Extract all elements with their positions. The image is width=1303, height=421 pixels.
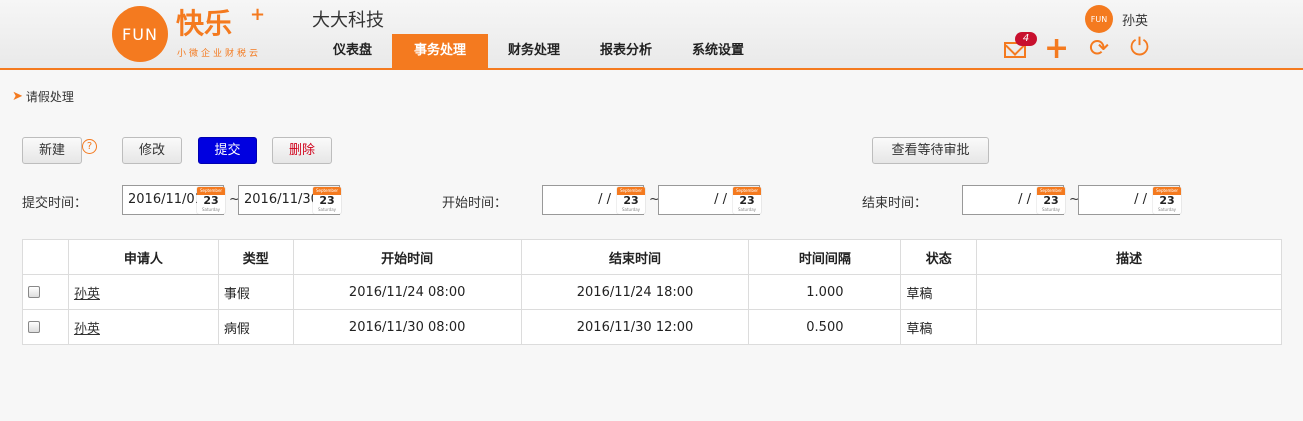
type-cell: 事假	[217, 274, 294, 310]
end-time-label: 结束时间：	[862, 196, 928, 211]
header-interval[interactable]: 时间间隔	[748, 239, 902, 275]
end-cell: 2016/11/24 18:00	[520, 274, 750, 310]
company-name: 大大科技	[312, 10, 384, 31]
leave-table: 申请人 类型 开始时间 结束时间 时间间隔 状态 描述 孙英 事假 2016/1…	[22, 239, 1282, 345]
app-header: FUN 快乐 + 小微企业财税云 大大科技 仪表盘 事务处理 财务处理 报表分析…	[0, 0, 1303, 70]
header-description[interactable]: 描述	[976, 239, 1282, 275]
interval-cell: 0.500	[748, 309, 902, 345]
header-applicant[interactable]: 申请人	[67, 239, 219, 275]
interval-cell: 1.000	[748, 274, 902, 310]
refresh-icon[interactable]: ⟳	[1089, 34, 1109, 62]
power-icon[interactable]: ⏻	[1130, 33, 1149, 61]
header-start-time[interactable]: 开始时间	[292, 239, 522, 275]
breadcrumb-label: 请假处理	[25, 90, 74, 104]
end-cell: 2016/11/30 12:00	[520, 309, 750, 345]
avatar[interactable]: FUN	[1085, 5, 1113, 33]
row-checkbox[interactable]	[28, 321, 40, 333]
edit-button[interactable]: 修改	[122, 137, 182, 164]
delete-button[interactable]: 删除	[272, 137, 332, 164]
type-cell: 病假	[217, 309, 294, 345]
start-cell: 2016/11/24 08:00	[292, 274, 522, 310]
submit-button[interactable]: 提交	[198, 137, 257, 164]
status-cell: 草稿	[900, 274, 978, 310]
logo-plus: +	[250, 4, 266, 25]
calendar-icon[interactable]: September 23 Saturday	[197, 187, 225, 214]
calendar-icon[interactable]: September 23 Saturday	[1037, 187, 1065, 214]
plus-icon[interactable]: +	[1044, 34, 1069, 64]
start-time-label: 开始时间：	[442, 196, 508, 211]
table-header-row: 申请人 类型 开始时间 结束时间 时间间隔 状态 描述	[22, 239, 1282, 275]
applicant-link[interactable]: 孙英	[74, 287, 100, 302]
nav-settings[interactable]: 系统设置	[672, 34, 764, 68]
row-checkbox-cell	[22, 309, 69, 345]
calendar-icon[interactable]: September 23 Saturday	[313, 187, 341, 214]
mail-count-badge: 4	[1015, 32, 1037, 46]
nav-affairs[interactable]: 事务处理	[392, 34, 489, 68]
calendar-icon[interactable]: September 23 Saturday	[1153, 187, 1181, 214]
logo-icon: FUN	[112, 6, 168, 62]
user-name[interactable]: 孙英	[1122, 10, 1148, 29]
logo-text: 快乐	[176, 7, 233, 40]
new-button[interactable]: 新建	[22, 137, 82, 164]
main-nav: 仪表盘 事务处理 财务处理 报表分析 系统设置	[313, 34, 764, 68]
header-end-time[interactable]: 结束时间	[520, 239, 750, 275]
view-pending-approval-button[interactable]: 查看等待审批	[872, 137, 989, 164]
nav-dashboard[interactable]: 仪表盘	[313, 34, 392, 68]
nav-reports[interactable]: 报表分析	[580, 34, 672, 68]
logo-subtitle: 小微企业财税云	[177, 49, 262, 59]
start-cell: 2016/11/30 08:00	[292, 309, 522, 345]
nav-finance[interactable]: 财务处理	[488, 34, 580, 68]
status-cell: 草稿	[900, 309, 978, 345]
row-checkbox-cell	[22, 274, 69, 310]
table-row[interactable]: 孙英 事假 2016/11/24 08:00 2016/11/24 18:00 …	[22, 274, 1282, 310]
description-cell	[976, 309, 1282, 345]
header-type[interactable]: 类型	[217, 239, 294, 275]
calendar-icon[interactable]: September 23 Saturday	[617, 187, 645, 214]
description-cell	[976, 274, 1282, 310]
header-status[interactable]: 状态	[900, 239, 978, 275]
row-checkbox[interactable]	[28, 286, 40, 298]
arrow-right-icon: ➤	[12, 89, 23, 104]
header-select	[22, 239, 69, 275]
table-row[interactable]: 孙英 病假 2016/11/30 08:00 2016/11/30 12:00 …	[22, 309, 1282, 345]
help-icon[interactable]: ?	[82, 139, 97, 154]
submit-time-label: 提交时间：	[22, 196, 88, 211]
breadcrumb: ➤ 请假处理	[12, 88, 74, 105]
calendar-icon[interactable]: September 23 Saturday	[733, 187, 761, 214]
applicant-link[interactable]: 孙英	[74, 322, 100, 337]
